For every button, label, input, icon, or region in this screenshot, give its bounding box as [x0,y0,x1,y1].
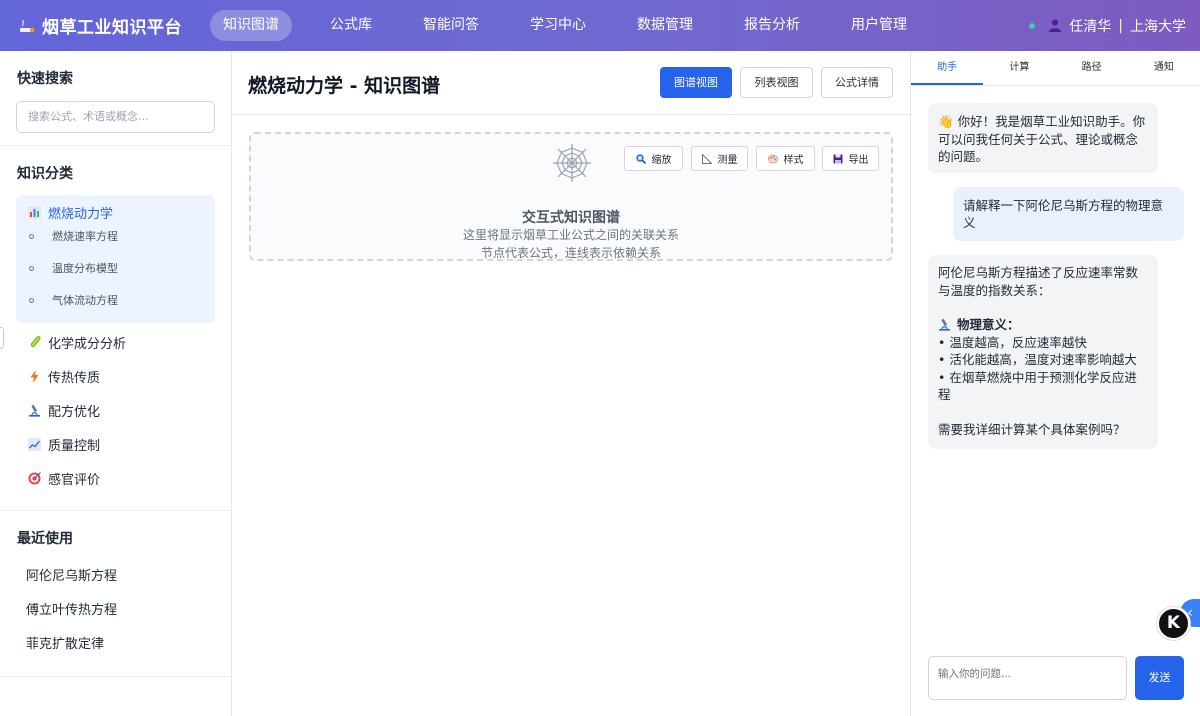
categories-title: 知识分类 [17,166,73,182]
tab-notifications[interactable]: 通知 [1128,51,1200,85]
bullet-icon [29,265,34,271]
tab-assistant[interactable]: 助手 [911,51,984,85]
subcategory-item[interactable]: 温度分布模型 [16,252,215,284]
user-icon [1049,19,1062,32]
nav-learning-center[interactable]: 学习中心 [517,10,599,41]
message-bullet: • 在烟草燃烧中用于预测化学反应进程 [938,369,1137,403]
knowledge-graph-canvas[interactable]: 缩放 测量 样式 导出 交互式知识图谱 这里将显示烟草工业公式之间的关联关系 节… [249,132,893,261]
subcategory-item[interactable]: 气体流动方程 [16,284,215,316]
message-bullet: • 活化能越高，温度对速率影响越大 [938,352,1137,367]
graph-view-button[interactable]: 图谱视图 [660,67,732,98]
left-sidebar: 快速搜索 搜索公式、术语或概念... 知识分类 燃烧动力学 燃烧速率方程 温度分… [0,51,232,716]
ruler-icon [701,152,713,164]
recent-section: 最近使用 阿伦尼乌斯方程 傅立叶传热方程 菲克扩散定律 [0,511,231,677]
spider-web-icon [552,143,592,183]
nav-data-management[interactable]: 数据管理 [624,10,706,41]
chat-input[interactable]: 输入你的问题... [928,656,1127,700]
user-separator: | [1118,17,1123,34]
main-nav: 知识图谱 公式库 智能问答 学习中心 数据管理 报告分析 用户管理 [210,10,945,41]
graph-legend-note: 节点代表公式，连线表示依赖关系 [480,246,661,260]
assistant-tabs: 助手 计算 路径 通知 [911,51,1200,86]
cigarette-icon [18,17,36,35]
main-content: 燃烧动力学 - 知识图谱 图谱视图 列表视图 公式详情 缩放 测量 样式 导出 … [232,51,910,716]
recent-item[interactable]: 菲克扩散定律 [0,628,231,662]
bot-message: 阿伦尼乌斯方程描述了反应速率常数与温度的指数关系： 物理意义： • 温度越高，反… [928,255,1158,449]
palette-icon [767,154,778,164]
brand[interactable]: 烟草工业知识平台 [18,13,208,38]
message-intro: 阿伦尼乌斯方程描述了反应速率常数与温度的指数关系： [938,265,1139,298]
nav-report-analysis[interactable]: 报告分析 [731,10,813,41]
recent-title: 最近使用 [17,531,73,547]
microscope-icon [938,318,951,331]
message-heading-row: 物理意义： [938,316,1148,334]
category-chemical-analysis[interactable]: 化学成分分析 [0,325,231,359]
nav-smart-qa[interactable]: 智能问答 [410,10,492,41]
floppy-disk-icon [833,154,843,164]
category-row[interactable]: 燃烧动力学 [16,204,215,222]
test-tube-icon [28,335,41,349]
style-tool-button[interactable]: 样式 [756,146,815,171]
nav-user-management[interactable]: 用户管理 [838,10,920,41]
category-quality-control[interactable]: 质量控制 [0,427,231,461]
search-input[interactable]: 搜索公式、术语或概念... [16,101,215,133]
assistant-panel: 助手 计算 路径 通知 👋 你好！我是烟草工业知识助手。你可以问我任何关于公式、… [910,51,1200,716]
category-label: 燃烧动力学 [48,206,114,222]
graph-title: 交互式知识图谱 [522,210,620,226]
magnifier-icon [635,153,646,164]
graph-description: 这里将显示烟草工业公式之间的关联关系 [462,228,679,242]
bar-chart-icon [28,205,41,219]
main-header: 燃烧动力学 - 知识图谱 图谱视图 列表视图 公式详情 [232,51,910,115]
bullet-icon [29,297,34,303]
send-button[interactable]: 发送 [1135,656,1184,700]
category-combustion-kinetics[interactable]: 燃烧动力学 燃烧速率方程 温度分布模型 气体流动方程 [16,195,215,323]
bullet-icon [29,233,34,239]
top-header: 烟草工业知识平台 知识图谱 公式库 智能问答 学习中心 数据管理 报告分析 用户… [0,0,1200,51]
message-text: 请解释一下阿伦尼乌斯方程的物理意义 [963,197,1164,231]
category-heat-mass-transfer[interactable]: 传热传质 [0,359,231,393]
nav-knowledge-graph[interactable]: 知识图谱 [210,10,292,41]
microscope-icon [28,404,41,417]
category-sensory-evaluation[interactable]: 感官评价 [0,461,231,495]
lightning-icon [28,369,41,383]
floating-k-badge[interactable]: K [1157,607,1190,640]
message-heading: 物理意义： [957,317,1020,332]
user-name: 任清华 [1069,18,1112,35]
quick-search-section: 快速搜索 搜索公式、术语或概念... [0,51,231,146]
quick-search-title: 快速搜索 [17,71,73,87]
categories-section: 知识分类 燃烧动力学 燃烧速率方程 温度分布模型 气体流动方程 化学成分分析 传… [0,146,231,511]
target-icon [28,471,41,485]
online-status-dot [1029,22,1036,29]
user-message: 请解释一下阿伦尼乌斯方程的物理意义 [953,187,1184,241]
sidebar-edge-handle[interactable] [0,327,4,349]
tab-path[interactable]: 路径 [1056,51,1128,85]
line-chart-icon [28,437,41,451]
brand-title: 烟草工业知识平台 [42,18,182,38]
tab-calculate[interactable]: 计算 [983,51,1055,85]
list-view-button[interactable]: 列表视图 [740,67,813,98]
zoom-tool-button[interactable]: 缩放 [624,146,683,171]
subcategory-item[interactable]: 燃烧速率方程 [16,220,215,252]
formula-detail-button[interactable]: 公式详情 [821,67,893,98]
page-title: 燃烧动力学 - 知识图谱 [248,75,441,97]
nav-formula-library[interactable]: 公式库 [317,10,385,41]
user-menu[interactable]: 任清华 | 上海大学 [1029,0,1186,51]
category-formula-optimization[interactable]: 配方优化 [0,393,231,427]
bot-message: 👋 你好！我是烟草工业知识助手。你可以问我任何关于公式、理论或概念的问题。 [928,103,1158,173]
recent-item[interactable]: 傅立叶传热方程 [0,594,231,628]
message-closing: 需要我详细计算某个具体案例吗？ [938,421,1126,437]
waving-hand-icon: 👋 [938,114,954,129]
export-tool-button[interactable]: 导出 [822,146,879,171]
recent-item[interactable]: 阿伦尼乌斯方程 [0,560,231,594]
user-organization: 上海大学 [1130,18,1186,35]
message-text: 你好！我是烟草工业知识助手。你可以问我任何关于公式、理论或概念的问题。 [938,114,1146,164]
message-bullet: • 温度越高，反应速率越快 [938,334,1087,350]
measure-tool-button[interactable]: 测量 [691,146,748,171]
